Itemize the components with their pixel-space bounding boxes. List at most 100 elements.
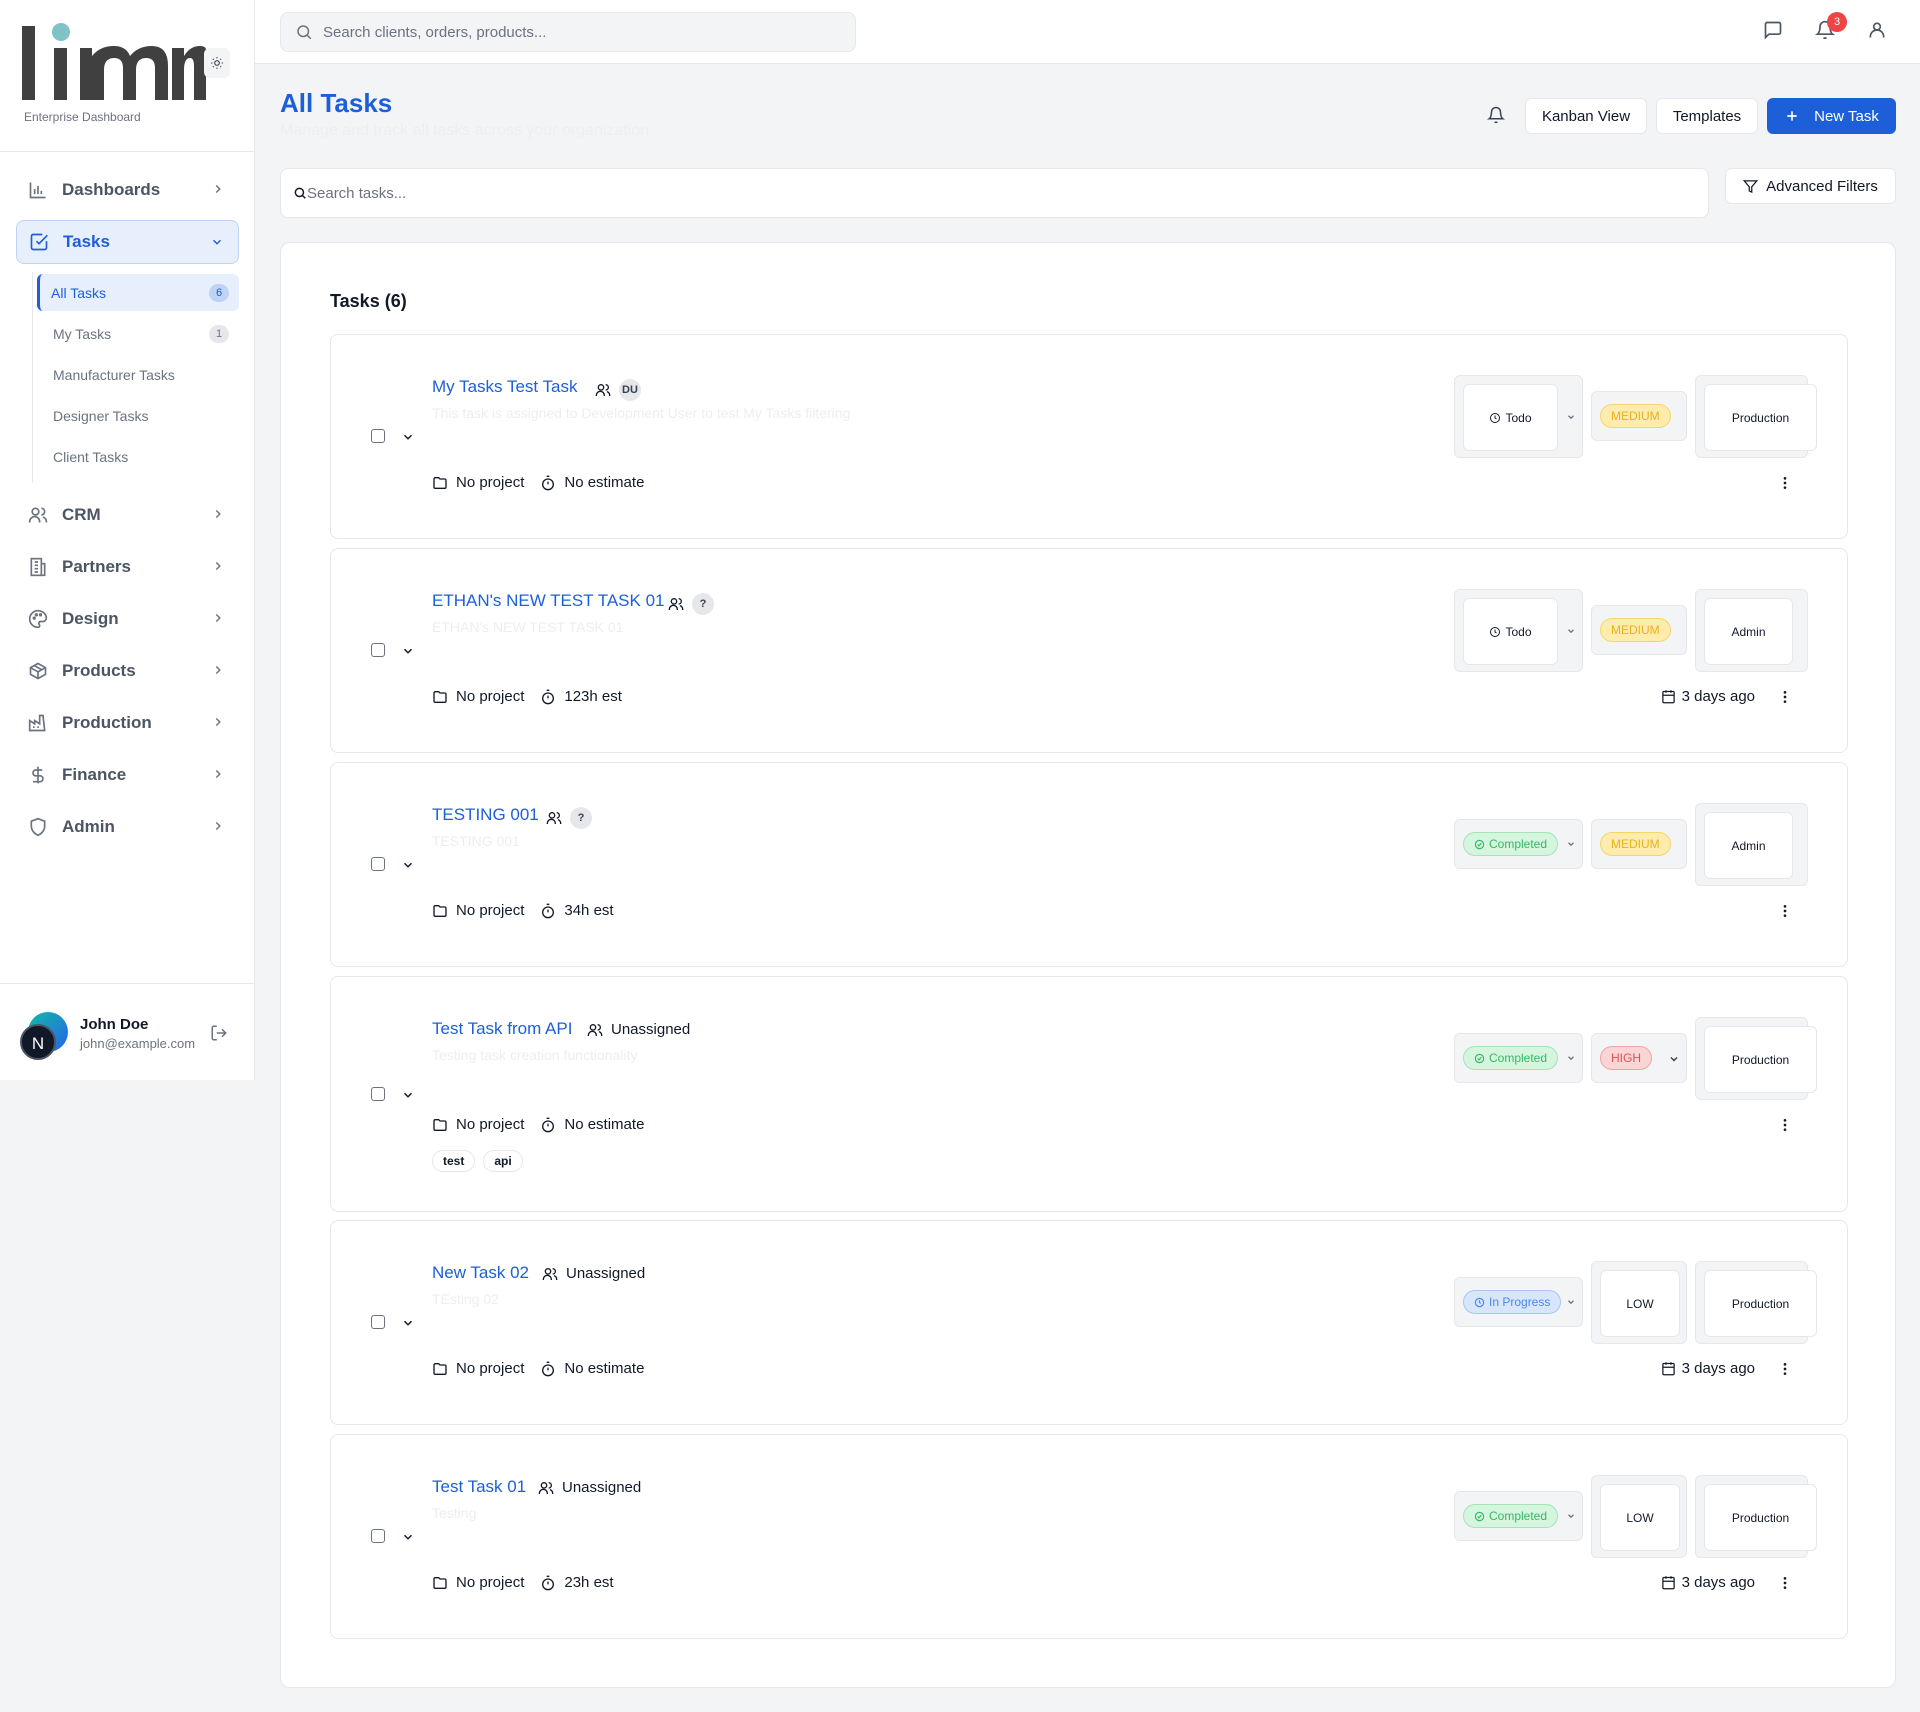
status-select[interactable]: Completed bbox=[1454, 1491, 1583, 1541]
more-vertical-icon[interactable] bbox=[1777, 475, 1793, 491]
task-assignee[interactable]: ? bbox=[668, 593, 714, 615]
priority-select[interactable]: MEDIUM bbox=[1591, 819, 1687, 869]
chevron-down-icon[interactable] bbox=[401, 430, 415, 444]
new-task-button[interactable]: New Task bbox=[1767, 98, 1896, 134]
status-select[interactable]: In Progress bbox=[1454, 1277, 1583, 1327]
sun-icon bbox=[211, 57, 223, 69]
subnav-my-tasks[interactable]: My Tasks 1 bbox=[43, 315, 239, 352]
notification-badge: 3 bbox=[1827, 12, 1847, 32]
subnav-label: All Tasks bbox=[51, 284, 106, 301]
sidebar-item-finance[interactable]: Finance bbox=[16, 753, 239, 797]
users-icon bbox=[542, 1267, 558, 1280]
tasks-card: Tasks (6) My Tasks Test Task DU This tas… bbox=[280, 242, 1896, 1688]
task-project: No project bbox=[456, 688, 525, 705]
status-value: Todo bbox=[1463, 598, 1558, 665]
task-search[interactable] bbox=[280, 168, 1709, 218]
subnav-client-tasks[interactable]: Client Tasks bbox=[43, 438, 239, 475]
kanban-view-button[interactable]: Kanban View bbox=[1525, 98, 1647, 134]
logout-icon[interactable] bbox=[210, 1024, 228, 1042]
subnav-designer-tasks[interactable]: Designer Tasks bbox=[43, 397, 239, 434]
task-assignee[interactable]: ? bbox=[546, 807, 592, 829]
more-vertical-icon[interactable] bbox=[1777, 1575, 1793, 1591]
sidebar-item-tasks[interactable]: Tasks bbox=[16, 220, 239, 264]
task-checkbox[interactable] bbox=[371, 1087, 385, 1101]
subnav-manufacturer-tasks[interactable]: Manufacturer Tasks bbox=[43, 356, 239, 393]
department-select[interactable]: Production bbox=[1695, 1261, 1817, 1344]
department-select[interactable]: Admin bbox=[1695, 803, 1808, 886]
more-vertical-icon[interactable] bbox=[1777, 689, 1793, 705]
sidebar-item-design[interactable]: Design bbox=[16, 597, 239, 641]
theme-toggle-button[interactable] bbox=[204, 48, 230, 78]
chevron-down-icon[interactable] bbox=[401, 858, 415, 872]
task-row[interactable]: TESTING 001 ? TESTING 001 No project 34h… bbox=[330, 762, 1848, 967]
sidebar-item-dashboards[interactable]: Dashboards bbox=[16, 168, 239, 212]
limn-logo[interactable] bbox=[22, 22, 206, 100]
more-vertical-icon[interactable] bbox=[1777, 903, 1793, 919]
task-row[interactable]: Test Task from API Unassigned Testing ta… bbox=[330, 976, 1848, 1212]
task-checkbox[interactable] bbox=[371, 1529, 385, 1543]
priority-value: LOW bbox=[1600, 1484, 1680, 1551]
task-date: 3 days ago bbox=[1661, 1360, 1755, 1377]
dev-tools-badge[interactable]: N bbox=[20, 1024, 56, 1060]
task-title[interactable]: ETHAN's NEW TEST TASK 01 bbox=[432, 591, 665, 611]
more-vertical-icon[interactable] bbox=[1777, 1117, 1793, 1133]
sidebar-item-partners[interactable]: Partners bbox=[16, 545, 239, 589]
global-search[interactable] bbox=[280, 12, 856, 52]
task-assignee[interactable]: Unassigned bbox=[587, 1021, 690, 1038]
priority-select[interactable]: LOW bbox=[1591, 1261, 1687, 1344]
task-assignee[interactable]: Unassigned bbox=[542, 1265, 645, 1282]
subnav-all-tasks[interactable]: All Tasks 6 bbox=[37, 274, 239, 311]
priority-select[interactable]: LOW bbox=[1591, 1475, 1687, 1558]
task-checkbox[interactable] bbox=[371, 429, 385, 443]
chevron-down-icon[interactable] bbox=[401, 1530, 415, 1544]
task-title[interactable]: TESTING 001 bbox=[432, 805, 539, 825]
task-checkbox[interactable] bbox=[371, 643, 385, 657]
priority-select[interactable]: HIGH bbox=[1591, 1033, 1687, 1083]
task-meta: No project 23h est bbox=[432, 1574, 630, 1591]
sidebar-item-crm[interactable]: CRM bbox=[16, 493, 239, 537]
status-select[interactable]: Completed bbox=[1454, 819, 1583, 869]
status-select[interactable]: Todo bbox=[1454, 375, 1583, 458]
tag[interactable]: api bbox=[483, 1150, 523, 1172]
task-row[interactable]: Test Task 01 Unassigned Testing No proje… bbox=[330, 1434, 1848, 1639]
priority-select[interactable]: MEDIUM bbox=[1591, 391, 1687, 441]
task-row[interactable]: My Tasks Test Task DU This task is assig… bbox=[330, 334, 1848, 539]
more-vertical-icon[interactable] bbox=[1777, 1361, 1793, 1377]
chevron-down-icon[interactable] bbox=[401, 644, 415, 658]
task-title[interactable]: Test Task from API bbox=[432, 1019, 572, 1039]
department-select[interactable]: Production bbox=[1695, 375, 1817, 458]
tag[interactable]: test bbox=[432, 1150, 476, 1172]
task-title[interactable]: My Tasks Test Task bbox=[432, 377, 578, 397]
global-search-input[interactable] bbox=[323, 23, 823, 41]
clock-icon bbox=[1474, 1297, 1485, 1307]
department-select[interactable]: Production bbox=[1695, 1475, 1817, 1558]
user-icon[interactable] bbox=[1867, 20, 1887, 40]
sidebar-item-products[interactable]: Products bbox=[16, 649, 239, 693]
task-row[interactable]: ETHAN's NEW TEST TASK 01 ? ETHAN's NEW T… bbox=[330, 548, 1848, 753]
department-select[interactable]: Production bbox=[1695, 1017, 1817, 1100]
task-title[interactable]: New Task 02 bbox=[432, 1263, 529, 1283]
bar-chart-icon bbox=[29, 182, 46, 199]
task-title[interactable]: Test Task 01 bbox=[432, 1477, 526, 1497]
chevron-right-icon bbox=[215, 561, 221, 571]
task-assignee[interactable]: Unassigned bbox=[538, 1479, 641, 1496]
message-icon[interactable] bbox=[1763, 20, 1783, 40]
sidebar-item-production[interactable]: Production bbox=[16, 701, 239, 745]
task-search-input[interactable] bbox=[307, 184, 1687, 202]
priority-select[interactable]: MEDIUM bbox=[1591, 605, 1687, 655]
templates-button[interactable]: Templates bbox=[1656, 98, 1758, 134]
advanced-filters-button[interactable]: Advanced Filters bbox=[1725, 168, 1896, 204]
task-row[interactable]: New Task 02 Unassigned TEsting 02 No pro… bbox=[330, 1220, 1848, 1425]
sidebar-nav: Dashboards Tasks All Tasks 6 My Tasks 1 … bbox=[0, 168, 255, 857]
sidebar-item-admin[interactable]: Admin bbox=[16, 805, 239, 849]
chevron-down-icon[interactable] bbox=[401, 1316, 415, 1330]
status-select[interactable]: Completed bbox=[1454, 1033, 1583, 1083]
chevron-down-icon[interactable] bbox=[401, 1088, 415, 1102]
status-select[interactable]: Todo bbox=[1454, 589, 1583, 672]
task-checkbox[interactable] bbox=[371, 857, 385, 871]
page-subtitle: Manage and track all tasks across your o… bbox=[280, 122, 650, 139]
department-select[interactable]: Admin bbox=[1695, 589, 1808, 672]
task-assignee[interactable]: DU bbox=[595, 379, 641, 401]
task-checkbox[interactable] bbox=[371, 1315, 385, 1329]
bell-icon[interactable] bbox=[1487, 106, 1505, 124]
